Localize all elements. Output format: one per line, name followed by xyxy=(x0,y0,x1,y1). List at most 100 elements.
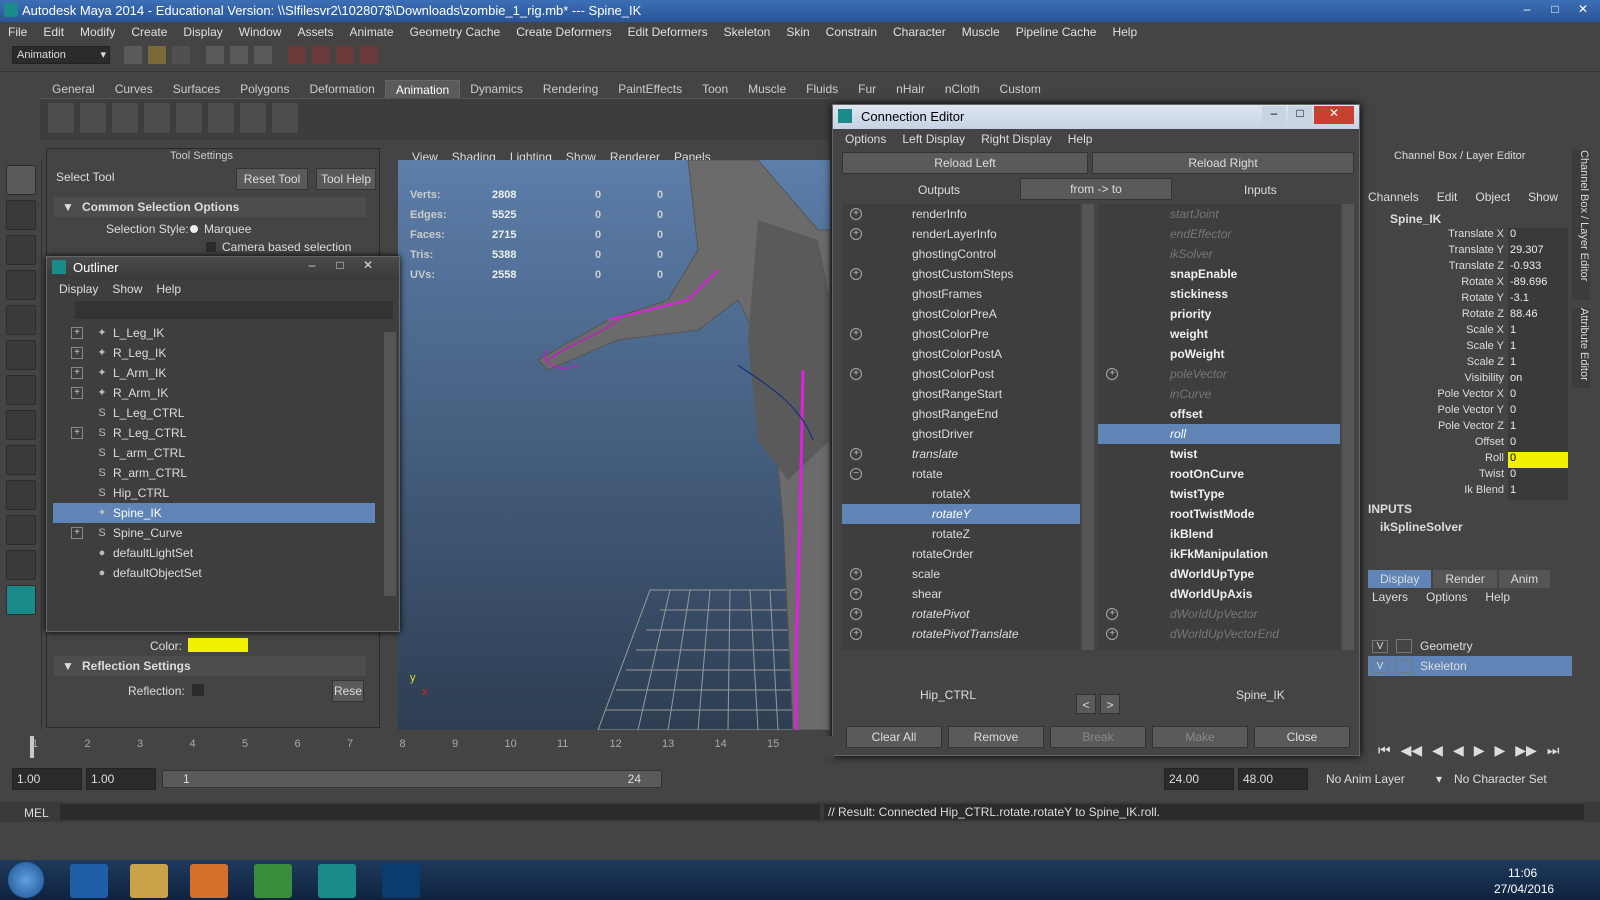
maximize-icon[interactable]: □ xyxy=(328,258,352,272)
layout-four-icon[interactable] xyxy=(6,445,36,475)
output-attribute[interactable]: + scale xyxy=(842,564,1080,584)
channel-row[interactable]: Roll 0 xyxy=(1368,452,1568,468)
output-attribute[interactable]: rotateOrder xyxy=(842,544,1080,564)
snap-grid-icon[interactable] xyxy=(288,46,306,64)
range-slider[interactable]: 1 24 xyxy=(162,770,662,788)
input-attribute[interactable]: rootOnCurve xyxy=(1098,464,1340,484)
expand-icon[interactable]: + xyxy=(850,588,862,600)
menu-modify[interactable]: Modify xyxy=(80,25,115,39)
minimize-button[interactable]: – xyxy=(1514,0,1540,18)
current-time-marker[interactable] xyxy=(30,736,34,758)
ce-menu-left-display[interactable]: Left Display xyxy=(902,132,965,146)
step-forward-key-icon[interactable]: ▶▶ xyxy=(1515,742,1537,759)
snap-point-icon[interactable] xyxy=(336,46,354,64)
channel-value[interactable]: 0 xyxy=(1508,388,1568,404)
outliner-item[interactable]: ● defaultObjectSet xyxy=(53,563,375,583)
output-attribute[interactable]: ghostRangeStart xyxy=(842,384,1080,404)
outliner-filter-field[interactable] xyxy=(75,301,393,319)
direction-toggle-button[interactable]: from -> to xyxy=(1020,178,1172,200)
channel-row[interactable]: Ik Blend 1 xyxy=(1368,484,1568,500)
menu-geometry-cache[interactable]: Geometry Cache xyxy=(410,25,501,39)
menu-edit[interactable]: Edit xyxy=(43,25,64,39)
ik-spline-icon[interactable] xyxy=(112,103,138,133)
menu-skeleton[interactable]: Skeleton xyxy=(724,25,771,39)
shelf-tab-ncloth[interactable]: nCloth xyxy=(935,80,990,98)
play-forward-icon[interactable]: ▶ xyxy=(1474,742,1485,759)
joint-tool-icon[interactable] xyxy=(48,103,74,133)
channel-value[interactable]: 1 xyxy=(1508,340,1568,356)
expand-icon[interactable]: + xyxy=(850,368,862,380)
step-back-key-icon[interactable]: ◀◀ xyxy=(1401,742,1423,759)
tool-help-button[interactable]: Tool Help xyxy=(316,168,376,190)
output-attribute[interactable]: + rotatePivot xyxy=(842,604,1080,624)
channel-row[interactable]: Scale X 1 xyxy=(1368,324,1568,340)
ce-menu-help[interactable]: Help xyxy=(1068,132,1093,146)
outliner-item[interactable]: ● defaultLightSet xyxy=(53,543,375,563)
start-time-field[interactable]: 1.00 xyxy=(12,768,82,790)
channel-row[interactable]: Scale Z 1 xyxy=(1368,356,1568,372)
anim-layer-dropdown[interactable]: No Anim Layer ▾ xyxy=(1326,772,1442,786)
media-player-icon[interactable] xyxy=(190,864,228,898)
make-button[interactable]: Make xyxy=(1152,726,1248,748)
select-tool-icon[interactable] xyxy=(6,165,36,195)
channel-menu-channels[interactable]: Channels xyxy=(1368,190,1419,204)
input-attribute[interactable]: ikBlend xyxy=(1098,524,1340,544)
menu-window[interactable]: Window xyxy=(239,25,282,39)
output-attribute[interactable]: + translate xyxy=(842,444,1080,464)
file-explorer-icon[interactable] xyxy=(130,864,168,898)
shelf-tab-fluids[interactable]: Fluids xyxy=(796,80,848,98)
input-attribute[interactable]: offset xyxy=(1098,404,1340,424)
side-tab-attribute-editor[interactable]: Attribute Editor xyxy=(1572,308,1590,388)
expand-icon[interactable]: + xyxy=(71,367,83,379)
expand-icon[interactable]: + xyxy=(1106,368,1118,380)
input-attribute[interactable]: poWeight xyxy=(1098,344,1340,364)
output-attribute[interactable]: rotateZ xyxy=(842,524,1080,544)
paint-select-icon[interactable] xyxy=(6,235,36,265)
expand-icon[interactable]: + xyxy=(850,448,862,460)
minimize-icon[interactable]: – xyxy=(1262,106,1286,124)
next-button[interactable]: > xyxy=(1100,694,1120,714)
select-component-icon[interactable] xyxy=(254,46,272,64)
shelf-tab-general[interactable]: General xyxy=(42,80,105,98)
input-attribute[interactable]: ikFkManipulation xyxy=(1098,544,1340,564)
common-selection-header[interactable]: ▼ Common Selection Options xyxy=(54,197,366,217)
expand-icon[interactable]: + xyxy=(850,328,862,340)
output-attribute[interactable]: ghostingControl xyxy=(842,244,1080,264)
play-backward-icon[interactable]: ◀ xyxy=(1453,742,1464,759)
camera-selection-checkbox[interactable]: Camera based selection xyxy=(206,240,351,254)
output-attribute[interactable]: ghostFrames xyxy=(842,284,1080,304)
output-attribute[interactable]: ghostColorPostA xyxy=(842,344,1080,364)
maximize-button[interactable]: □ xyxy=(1542,0,1568,18)
output-attribute[interactable]: + ghostColorPre xyxy=(842,324,1080,344)
mode-dropdown[interactable]: Animation ▾ xyxy=(12,46,110,64)
constraint-icon[interactable] xyxy=(240,103,266,133)
channel-row[interactable]: Scale Y 1 xyxy=(1368,340,1568,356)
input-attribute[interactable]: twistType xyxy=(1098,484,1340,504)
channel-value[interactable]: -89.696 xyxy=(1508,276,1568,292)
maximize-icon[interactable]: □ xyxy=(1288,106,1312,124)
channel-row[interactable]: Rotate Z 88.46 xyxy=(1368,308,1568,324)
channel-value[interactable]: on xyxy=(1508,372,1568,388)
photoshop-icon[interactable] xyxy=(382,864,420,898)
end-time-field[interactable]: 48.00 xyxy=(1238,768,1308,790)
menu-file[interactable]: File xyxy=(8,25,27,39)
channel-row[interactable]: Translate Y 29.307 xyxy=(1368,244,1568,260)
outliner-item[interactable]: S R_arm_CTRL xyxy=(53,463,375,483)
layer-menu-options[interactable]: Options xyxy=(1426,590,1467,604)
channel-row[interactable]: Pole Vector Y 0 xyxy=(1368,404,1568,420)
output-attribute[interactable]: rotateX xyxy=(842,484,1080,504)
scale-tool-icon[interactable] xyxy=(6,340,36,370)
break-button[interactable]: Break xyxy=(1050,726,1146,748)
layer-visibility-toggle[interactable]: V xyxy=(1372,659,1388,673)
menu-constrain[interactable]: Constrain xyxy=(826,25,877,39)
outliner-item[interactable]: + S Spine_Curve xyxy=(53,523,375,543)
paint-weights-icon[interactable] xyxy=(208,103,234,133)
channel-menu-edit[interactable]: Edit xyxy=(1437,190,1458,204)
expand-icon[interactable]: + xyxy=(1106,608,1118,620)
menu-create-deformers[interactable]: Create Deformers xyxy=(516,25,611,39)
layout-outliner-icon[interactable] xyxy=(6,480,36,510)
channel-value[interactable]: 1 xyxy=(1508,324,1568,340)
reflection-checkbox[interactable] xyxy=(192,684,204,696)
outliner-item[interactable]: S Hip_CTRL xyxy=(53,483,375,503)
output-attribute[interactable]: rotateY xyxy=(842,504,1080,524)
